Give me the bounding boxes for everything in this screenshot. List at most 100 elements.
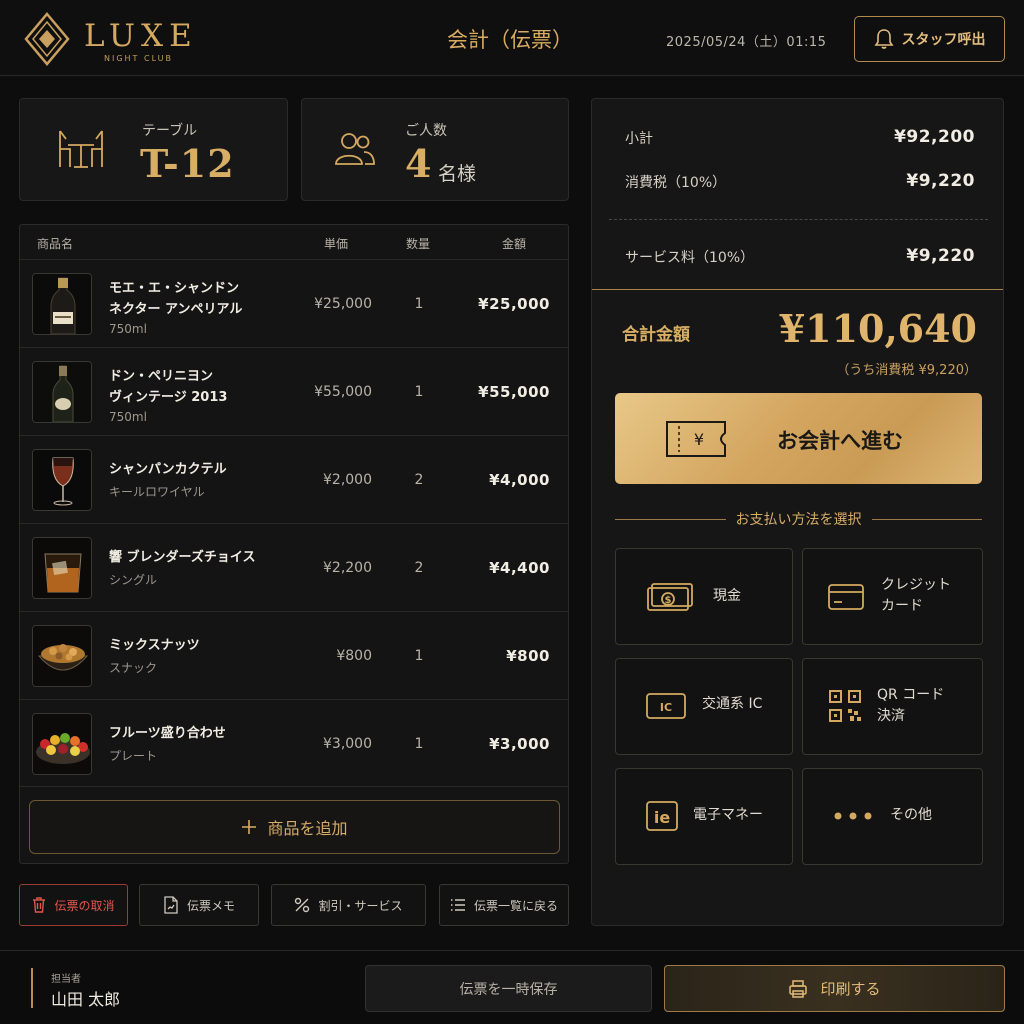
- back-to-list-label: 伝票一覧に戻る: [473, 898, 558, 913]
- more-dots-icon: [834, 812, 872, 820]
- item-unit-price: ¥25,000: [314, 296, 372, 312]
- brand-subtitle: NIGHT CLUB: [104, 54, 173, 63]
- table-card: テーブル T-12: [19, 98, 288, 201]
- item-qty: 1: [414, 648, 424, 664]
- summary-panel: 小計 ¥92,200 消費税（10%） ¥9,220 サービス料（10%） ¥9…: [591, 98, 1004, 926]
- item-name: 響 ブレンダーズチョイス: [109, 550, 256, 565]
- table-row[interactable]: フルーツ盛り合わせ プレート ¥3,000 1 ¥3,000: [20, 699, 568, 787]
- subtotal-value: ¥92,200: [894, 127, 975, 147]
- payment-other-button[interactable]: その他: [802, 768, 983, 865]
- item-qty: 2: [414, 560, 424, 576]
- people-icon: [335, 133, 375, 165]
- heading-rule-right: [871, 518, 982, 520]
- svg-text:ie: ie: [654, 808, 670, 827]
- item-name: シャンパンカクテル: [109, 462, 227, 477]
- item-unit-price: ¥3,000: [323, 736, 372, 752]
- item-amount: ¥55,000: [478, 383, 550, 401]
- back-to-list-button[interactable]: 伝票一覧に戻る: [439, 884, 569, 926]
- summary-divider: [609, 219, 988, 220]
- payment-heading-label: お支払い方法を選択: [735, 512, 862, 528]
- item-detail: 750ml: [109, 322, 147, 336]
- total-value: ¥110,640: [778, 306, 977, 351]
- table-row[interactable]: 響 ブレンダーズチョイス シングル ¥2,200 2 ¥4,400: [20, 523, 568, 611]
- payment-credit-label-line2: カード: [881, 598, 923, 614]
- item-detail: 750ml: [109, 410, 147, 424]
- item-thumbnail: [32, 273, 92, 335]
- service-label: サービス料（10%）: [625, 250, 755, 266]
- staff-accent-bar: [31, 968, 33, 1008]
- payment-emoney-button[interactable]: ie 電子マネー: [615, 768, 793, 865]
- item-amount: ¥25,000: [478, 295, 550, 313]
- item-qty: 1: [414, 736, 424, 752]
- payment-cash-button[interactable]: $ 現金: [615, 548, 793, 645]
- tax-label: 消費税（10%）: [625, 175, 727, 191]
- save-draft-label: 伝票を一時保存: [459, 981, 558, 998]
- save-draft-button[interactable]: 伝票を一時保存: [365, 965, 652, 1012]
- list-icon: [450, 899, 465, 911]
- item-name: フルーツ盛り合わせ: [109, 726, 226, 741]
- table-row[interactable]: ミックスナッツ スナック ¥800 1 ¥800: [20, 611, 568, 699]
- tax-value: ¥9,220: [906, 171, 975, 191]
- print-label: 印刷する: [820, 980, 881, 998]
- trash-icon: [33, 897, 46, 913]
- guests-card: ご人数 4 名様: [301, 98, 569, 201]
- whisky-glass-icon: [33, 538, 91, 598]
- payment-qr-button[interactable]: QR コード 決済: [802, 658, 983, 755]
- payment-cash-label: 現金: [713, 588, 741, 604]
- item-detail: シングル: [109, 573, 158, 587]
- item-qty: 2: [414, 472, 424, 488]
- printer-icon: [789, 979, 808, 998]
- order-table: 商品名 単価 数量 金額 モエ・エ・シャンドン ネクター アンペリアル 750m…: [19, 224, 569, 864]
- checkout-label: お会計へ進む: [777, 429, 903, 453]
- item-thumbnail: [32, 625, 92, 687]
- item-amount: ¥4,400: [489, 559, 550, 577]
- item-unit-price: ¥2,000: [323, 472, 372, 488]
- discount-service-label: 割引・サービス: [318, 898, 403, 913]
- nuts-bowl-icon: [33, 626, 91, 686]
- credit-card-icon: [828, 584, 864, 610]
- payment-qr-label-line2: 決済: [877, 708, 905, 724]
- payment-qr-label: QR コード: [877, 687, 945, 703]
- column-header-qty: 数量: [406, 237, 431, 251]
- table-row[interactable]: ドン・ペリニヨン ヴィンテージ 2013 750ml ¥55,000 1 ¥55…: [20, 347, 568, 435]
- table-label: テーブル: [142, 123, 198, 139]
- footer-bar: 担当者 山田 太郎 伝票を一時保存 印刷する: [0, 950, 1024, 1024]
- payment-transit-ic-button[interactable]: IC 交通系 IC: [615, 658, 793, 755]
- table-row[interactable]: モエ・エ・シャンドン ネクター アンペリアル 750ml ¥25,000 1 ¥…: [20, 259, 568, 347]
- total-divider: [592, 289, 1003, 290]
- payment-other-label: その他: [890, 807, 932, 823]
- svg-text:IC: IC: [660, 701, 672, 714]
- guests-unit: 名様: [438, 163, 477, 185]
- svg-text:$: $: [665, 595, 672, 606]
- item-unit-price: ¥800: [336, 648, 372, 664]
- memo-icon: [164, 896, 178, 914]
- item-thumbnail: [32, 713, 92, 775]
- checkout-button[interactable]: ¥ お会計へ進む: [615, 393, 982, 484]
- table-row[interactable]: シャンパンカクテル キールロワイヤル ¥2,000 2 ¥4,000: [20, 435, 568, 523]
- brand-name: LUXE: [84, 18, 198, 54]
- payment-heading: お支払い方法を選択: [615, 509, 982, 529]
- ticket-yen-icon: ¥: [666, 421, 726, 457]
- wine-glass-icon: [33, 450, 91, 510]
- cancel-slip-button[interactable]: 伝票の取消: [19, 884, 128, 926]
- item-qty: 1: [414, 384, 424, 400]
- print-button[interactable]: 印刷する: [664, 965, 1005, 1012]
- guests-count: 4: [405, 141, 432, 186]
- total-label: 合計金額: [622, 325, 690, 345]
- item-amount: ¥800: [506, 647, 550, 665]
- staff-call-button[interactable]: スタッフ呼出: [854, 16, 1005, 62]
- fruit-plate-icon: [33, 714, 91, 774]
- item-thumbnail: [32, 361, 92, 423]
- slip-memo-button[interactable]: 伝票メモ: [139, 884, 259, 926]
- champagne-bottle-icon: [33, 274, 91, 334]
- add-item-button[interactable]: 商品を追加: [29, 800, 560, 854]
- svg-text:¥: ¥: [694, 430, 704, 449]
- item-unit-price: ¥55,000: [314, 384, 372, 400]
- item-name: ミックスナッツ: [109, 638, 200, 653]
- slip-memo-label: 伝票メモ: [186, 898, 235, 913]
- item-thumbnail: [32, 537, 92, 599]
- discount-service-button[interactable]: 割引・サービス: [271, 884, 426, 926]
- payment-credit-card-button[interactable]: クレジット カード: [802, 548, 983, 645]
- table-chairs-icon: [59, 130, 103, 168]
- payment-credit-label: クレジット: [881, 577, 951, 593]
